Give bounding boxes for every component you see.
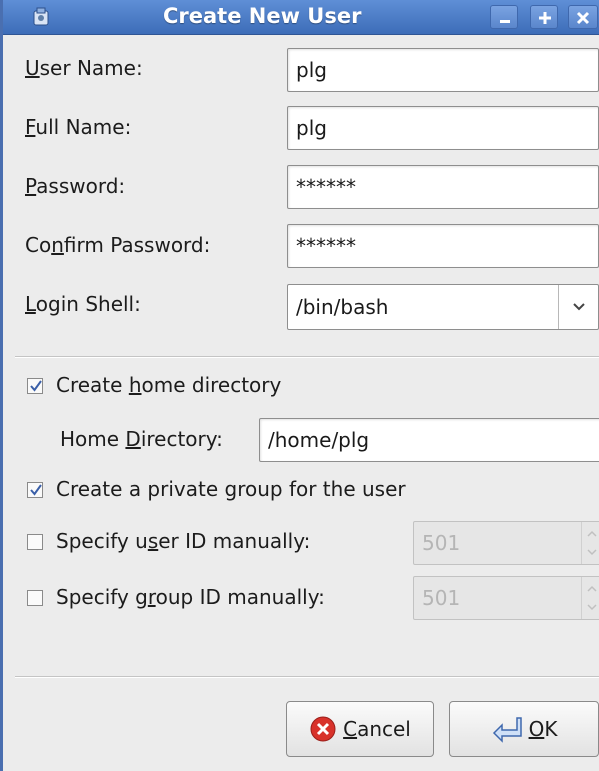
maximize-icon — [539, 12, 551, 24]
create-home-checkbox[interactable] — [27, 378, 43, 394]
home-directory-label: Home Directory: — [60, 427, 223, 451]
minimize-icon — [500, 20, 510, 23]
spin-down-icon — [587, 549, 597, 556]
password-value: ****** — [296, 175, 356, 199]
cancel-icon — [309, 715, 337, 743]
password-label: Password: — [25, 174, 126, 198]
checkmark-icon — [30, 380, 42, 392]
chevron-down-icon — [573, 303, 585, 311]
login-shell-dropdown-button[interactable] — [558, 285, 598, 329]
separator-bottom — [15, 676, 599, 678]
create-user-dialog: Create New User User Name: plg Full Name… — [0, 0, 599, 771]
full-name-value: plg — [296, 116, 327, 140]
checkmark-icon — [30, 484, 42, 496]
uid-spin-buttons[interactable] — [581, 522, 599, 564]
ok-button[interactable]: OK — [449, 701, 599, 757]
spin-up-icon — [587, 530, 597, 537]
uid-value: 501 — [422, 531, 461, 555]
user-name-value: plg — [296, 58, 327, 82]
app-icon[interactable] — [31, 6, 53, 28]
window-title: Create New User — [163, 4, 362, 28]
ok-icon — [491, 715, 523, 743]
create-home-label[interactable]: Create home directory — [56, 373, 281, 397]
gid-spin-buttons[interactable] — [581, 577, 599, 619]
password-field[interactable]: ****** — [287, 165, 599, 209]
private-group-checkbox[interactable] — [27, 482, 43, 498]
login-shell-value: /bin/bash — [296, 295, 389, 319]
close-icon — [576, 11, 590, 25]
home-directory-value: /home/plg — [268, 428, 370, 452]
ok-label: OK — [528, 717, 558, 741]
user-name-field[interactable]: plg — [287, 48, 599, 92]
cancel-button[interactable]: Cancel — [286, 701, 434, 757]
close-button[interactable] — [568, 5, 598, 29]
confirm-password-value: ****** — [296, 234, 356, 258]
specify-uid-label[interactable]: Specify user ID manually: — [56, 529, 310, 553]
spin-down-icon — [587, 604, 597, 611]
private-group-label[interactable]: Create a private group for the user — [56, 477, 406, 501]
separator-top — [15, 356, 599, 358]
gid-value: 501 — [422, 586, 461, 610]
cancel-label: Cancel — [343, 717, 411, 741]
confirm-password-field[interactable]: ****** — [287, 224, 599, 268]
specify-uid-checkbox[interactable] — [27, 534, 43, 550]
confirm-password-label: Confirm Password: — [25, 233, 211, 257]
user-name-label: User Name: — [25, 56, 143, 80]
full-name-label: Full Name: — [25, 115, 132, 139]
maximize-button[interactable] — [530, 5, 558, 29]
specify-gid-label[interactable]: Specify group ID manually: — [56, 585, 325, 609]
spin-up-icon — [587, 585, 597, 592]
specify-gid-checkbox[interactable] — [27, 590, 43, 606]
home-directory-field[interactable]: /home/plg — [259, 418, 599, 462]
gid-spinbutton[interactable]: 501 — [413, 576, 599, 620]
login-shell-label: Login Shell: — [25, 292, 141, 316]
uid-spinbutton[interactable]: 501 — [413, 521, 599, 565]
minimize-button[interactable] — [490, 5, 518, 29]
title-bar[interactable]: Create New User — [3, 0, 599, 35]
full-name-field[interactable]: plg — [287, 106, 599, 150]
login-shell-combo[interactable]: /bin/bash — [287, 284, 599, 330]
